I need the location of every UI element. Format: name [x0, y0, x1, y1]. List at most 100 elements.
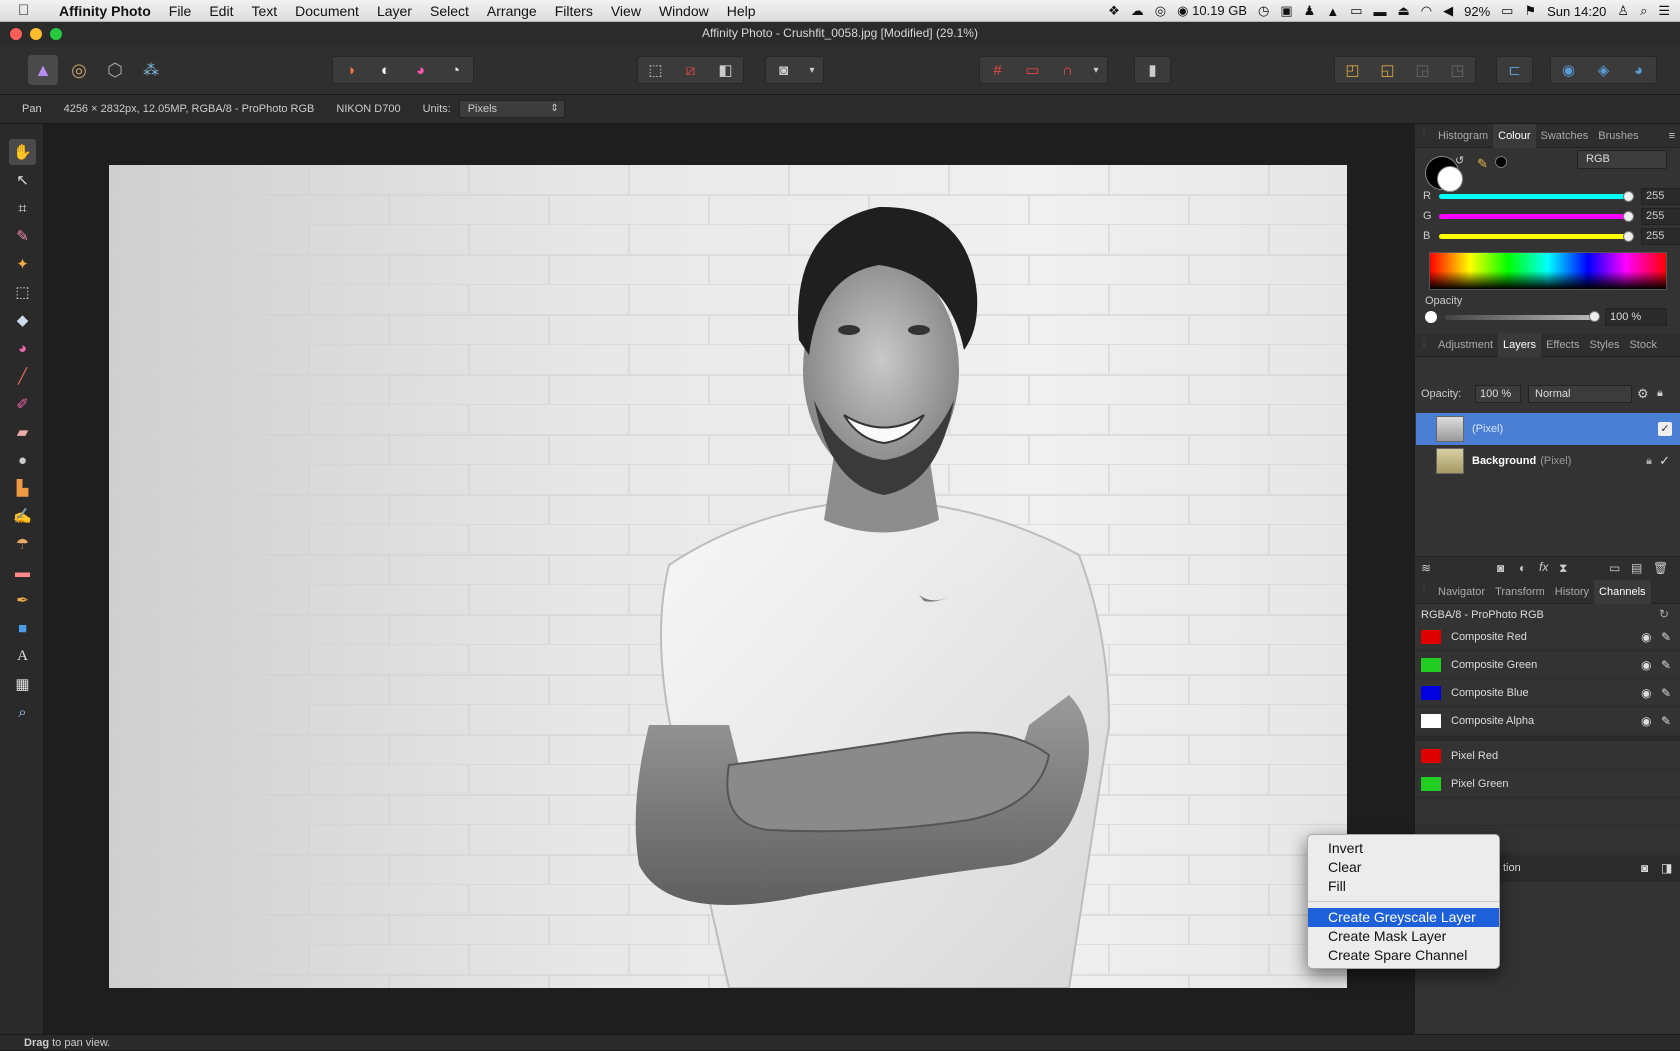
eyedropper-icon[interactable]: ✎	[1477, 156, 1488, 172]
flag-icon[interactable]: ⚑	[1524, 3, 1536, 19]
auto-levels-icon[interactable]: ◑	[333, 57, 368, 83]
auto-contrast-icon[interactable]: ◐	[368, 57, 403, 83]
tab-history[interactable]: History	[1550, 586, 1594, 598]
layers-stack-icon[interactable]: ≋	[1421, 561, 1431, 575]
channel-row-composite-red[interactable]: Composite Red ◉ ✎	[1415, 624, 1680, 651]
opacity-value[interactable]: 100 %	[1605, 308, 1667, 326]
add-fx-icon[interactable]: fx	[1539, 560, 1548, 574]
time-machine-icon[interactable]: ◷	[1258, 3, 1269, 19]
channel-row-composite-blue[interactable]: Composite Blue ◉ ✎	[1415, 680, 1680, 707]
add-pixel-layer-icon[interactable]: ▤	[1631, 561, 1642, 575]
channel-row-pixel-green[interactable]: Pixel Green	[1415, 771, 1680, 798]
mesh-warp-icon[interactable]: ▦	[9, 671, 36, 697]
select-all-icon[interactable]: ⬚	[638, 57, 673, 83]
paint-brush-icon[interactable]: ╱	[9, 363, 36, 389]
move-forward-one-icon[interactable]: ◲	[1405, 57, 1440, 83]
menu-arrange[interactable]: Arrange	[478, 3, 546, 19]
layers-panel-grip-icon[interactable]: ⁞	[1415, 339, 1433, 350]
selection-brush-icon[interactable]: ✎	[9, 223, 36, 249]
memory-readout[interactable]: ◉ 10.19 GB	[1177, 3, 1247, 19]
eye-icon[interactable]: ◉	[1641, 714, 1651, 728]
channel-row-hidden-1[interactable]	[1415, 799, 1680, 826]
tab-adjustment[interactable]: Adjustment	[1433, 339, 1498, 351]
menu-window[interactable]: Window	[650, 3, 718, 19]
marquee-tool-icon[interactable]: ⬚	[9, 279, 36, 305]
volume-icon[interactable]: ◀	[1443, 3, 1453, 19]
move-to-back-icon[interactable]: ◰	[1335, 57, 1370, 83]
tab-navigator[interactable]: Navigator	[1433, 586, 1490, 598]
folder-icon[interactable]: ▬	[1374, 4, 1387, 19]
channel-row-pixel-red[interactable]: Pixel Red	[1415, 743, 1680, 770]
eye-icon[interactable]: ◉	[1641, 686, 1651, 700]
tab-styles[interactable]: Styles	[1585, 339, 1625, 351]
slider-blue[interactable]: B 255	[1423, 227, 1680, 245]
eye-icon[interactable]: ◉	[1641, 658, 1651, 672]
panel-menu-icon[interactable]: ≡	[1669, 130, 1675, 142]
blend-mode-select[interactable]: Normal	[1528, 385, 1632, 403]
pencil-icon[interactable]: ✎	[1661, 630, 1671, 644]
pencil-icon[interactable]: ✎	[1661, 658, 1671, 672]
layer-opacity-select[interactable]: 100 %	[1475, 385, 1521, 403]
snapping-dropdown-icon[interactable]: ▾	[1085, 57, 1107, 83]
notification-center-icon[interactable]: ☰	[1658, 3, 1670, 19]
slider-green-knob[interactable]	[1623, 211, 1634, 222]
channel-row-composite-green[interactable]: Composite Green ◉ ✎	[1415, 652, 1680, 679]
units-select[interactable]: Pixels	[458, 100, 565, 118]
opacity-slider-track[interactable]	[1445, 315, 1595, 320]
slider-green-track[interactable]	[1439, 213, 1629, 219]
layer-lock-icon[interactable]: 🔒︎	[1657, 387, 1663, 400]
move-back-one-icon[interactable]: ◱	[1370, 57, 1405, 83]
auto-colours-icon[interactable]: ◕	[403, 57, 438, 83]
google-drive-icon[interactable]: ▲	[1326, 4, 1339, 19]
delete-layer-icon[interactable]: 🗑︎	[1653, 561, 1668, 575]
menu-view[interactable]: View	[602, 3, 650, 19]
battery-percent[interactable]: 92%	[1464, 4, 1490, 19]
snapping-icon[interactable]: ∩	[1050, 57, 1085, 83]
slider-blue-track[interactable]	[1439, 233, 1629, 239]
tab-brushes[interactable]: Brushes	[1593, 130, 1643, 142]
airplay-icon[interactable]: ⏏	[1398, 3, 1410, 19]
text-tool-icon[interactable]: A	[9, 643, 36, 669]
move-tool-icon[interactable]: ↖	[9, 167, 36, 193]
erase-brush-icon[interactable]: ▰	[9, 419, 36, 445]
layer-row-pixel[interactable]: (Pixel) ✓	[1416, 413, 1680, 445]
align-icon[interactable]: ⊏	[1497, 57, 1532, 83]
add-shape-icon[interactable]: ◉	[1551, 57, 1586, 83]
manners-icon[interactable]: ▮	[1135, 57, 1170, 83]
menu-item-invert[interactable]: Invert	[1308, 839, 1499, 858]
smudge-brush-icon[interactable]: ✍	[9, 503, 36, 529]
apple-menu-icon[interactable]: 	[18, 2, 36, 19]
export-persona-icon[interactable]: ⁂	[136, 55, 166, 85]
dropbox-icon[interactable]: ❖	[1108, 3, 1120, 19]
intersect-shape-icon[interactable]: ◕	[1621, 57, 1656, 83]
tab-channels[interactable]: Channels	[1594, 579, 1651, 604]
wifi-icon[interactable]: ◠	[1421, 3, 1432, 19]
add-adjustment-icon[interactable]: ◐	[1519, 561, 1526, 575]
blur-brush-icon[interactable]: ☂	[9, 531, 36, 557]
channels-panel-grip-icon[interactable]: ⁞	[1415, 586, 1433, 597]
pen-tool-icon[interactable]: ✒	[9, 587, 36, 613]
add-group-icon[interactable]: ▭	[1609, 561, 1620, 575]
minimize-window-button[interactable]	[30, 28, 42, 40]
tab-histogram[interactable]: Histogram	[1433, 130, 1493, 142]
slider-blue-knob[interactable]	[1623, 231, 1634, 242]
menu-item-fill[interactable]: Fill	[1308, 877, 1499, 896]
slider-green[interactable]: G 255	[1423, 207, 1680, 225]
app-menu[interactable]: Affinity Photo	[50, 3, 160, 19]
channels-reset-icon[interactable]: ↻	[1659, 607, 1669, 621]
mask-icon[interactable]: ◙	[1641, 861, 1648, 875]
channel-row-composite-alpha[interactable]: Composite Alpha ◉ ✎	[1415, 708, 1680, 735]
slider-red[interactable]: R 255	[1423, 187, 1680, 205]
assistant-icon[interactable]: ▭	[1015, 57, 1050, 83]
toggle-icon[interactable]: ◨	[1661, 861, 1672, 875]
deselect-icon[interactable]: ⧄	[673, 57, 708, 83]
colour-replacement-icon[interactable]: ✐	[9, 391, 36, 417]
slider-red-knob[interactable]	[1623, 191, 1634, 202]
cloud-icon[interactable]: ☁	[1131, 3, 1144, 19]
menu-help[interactable]: Help	[718, 3, 765, 19]
menu-filters[interactable]: Filters	[546, 3, 602, 19]
menu-layer[interactable]: Layer	[368, 3, 421, 19]
tab-layers[interactable]: Layers	[1498, 332, 1542, 357]
flood-select-icon[interactable]: ✦	[9, 251, 36, 277]
user-icon[interactable]: ♟	[1304, 3, 1316, 19]
